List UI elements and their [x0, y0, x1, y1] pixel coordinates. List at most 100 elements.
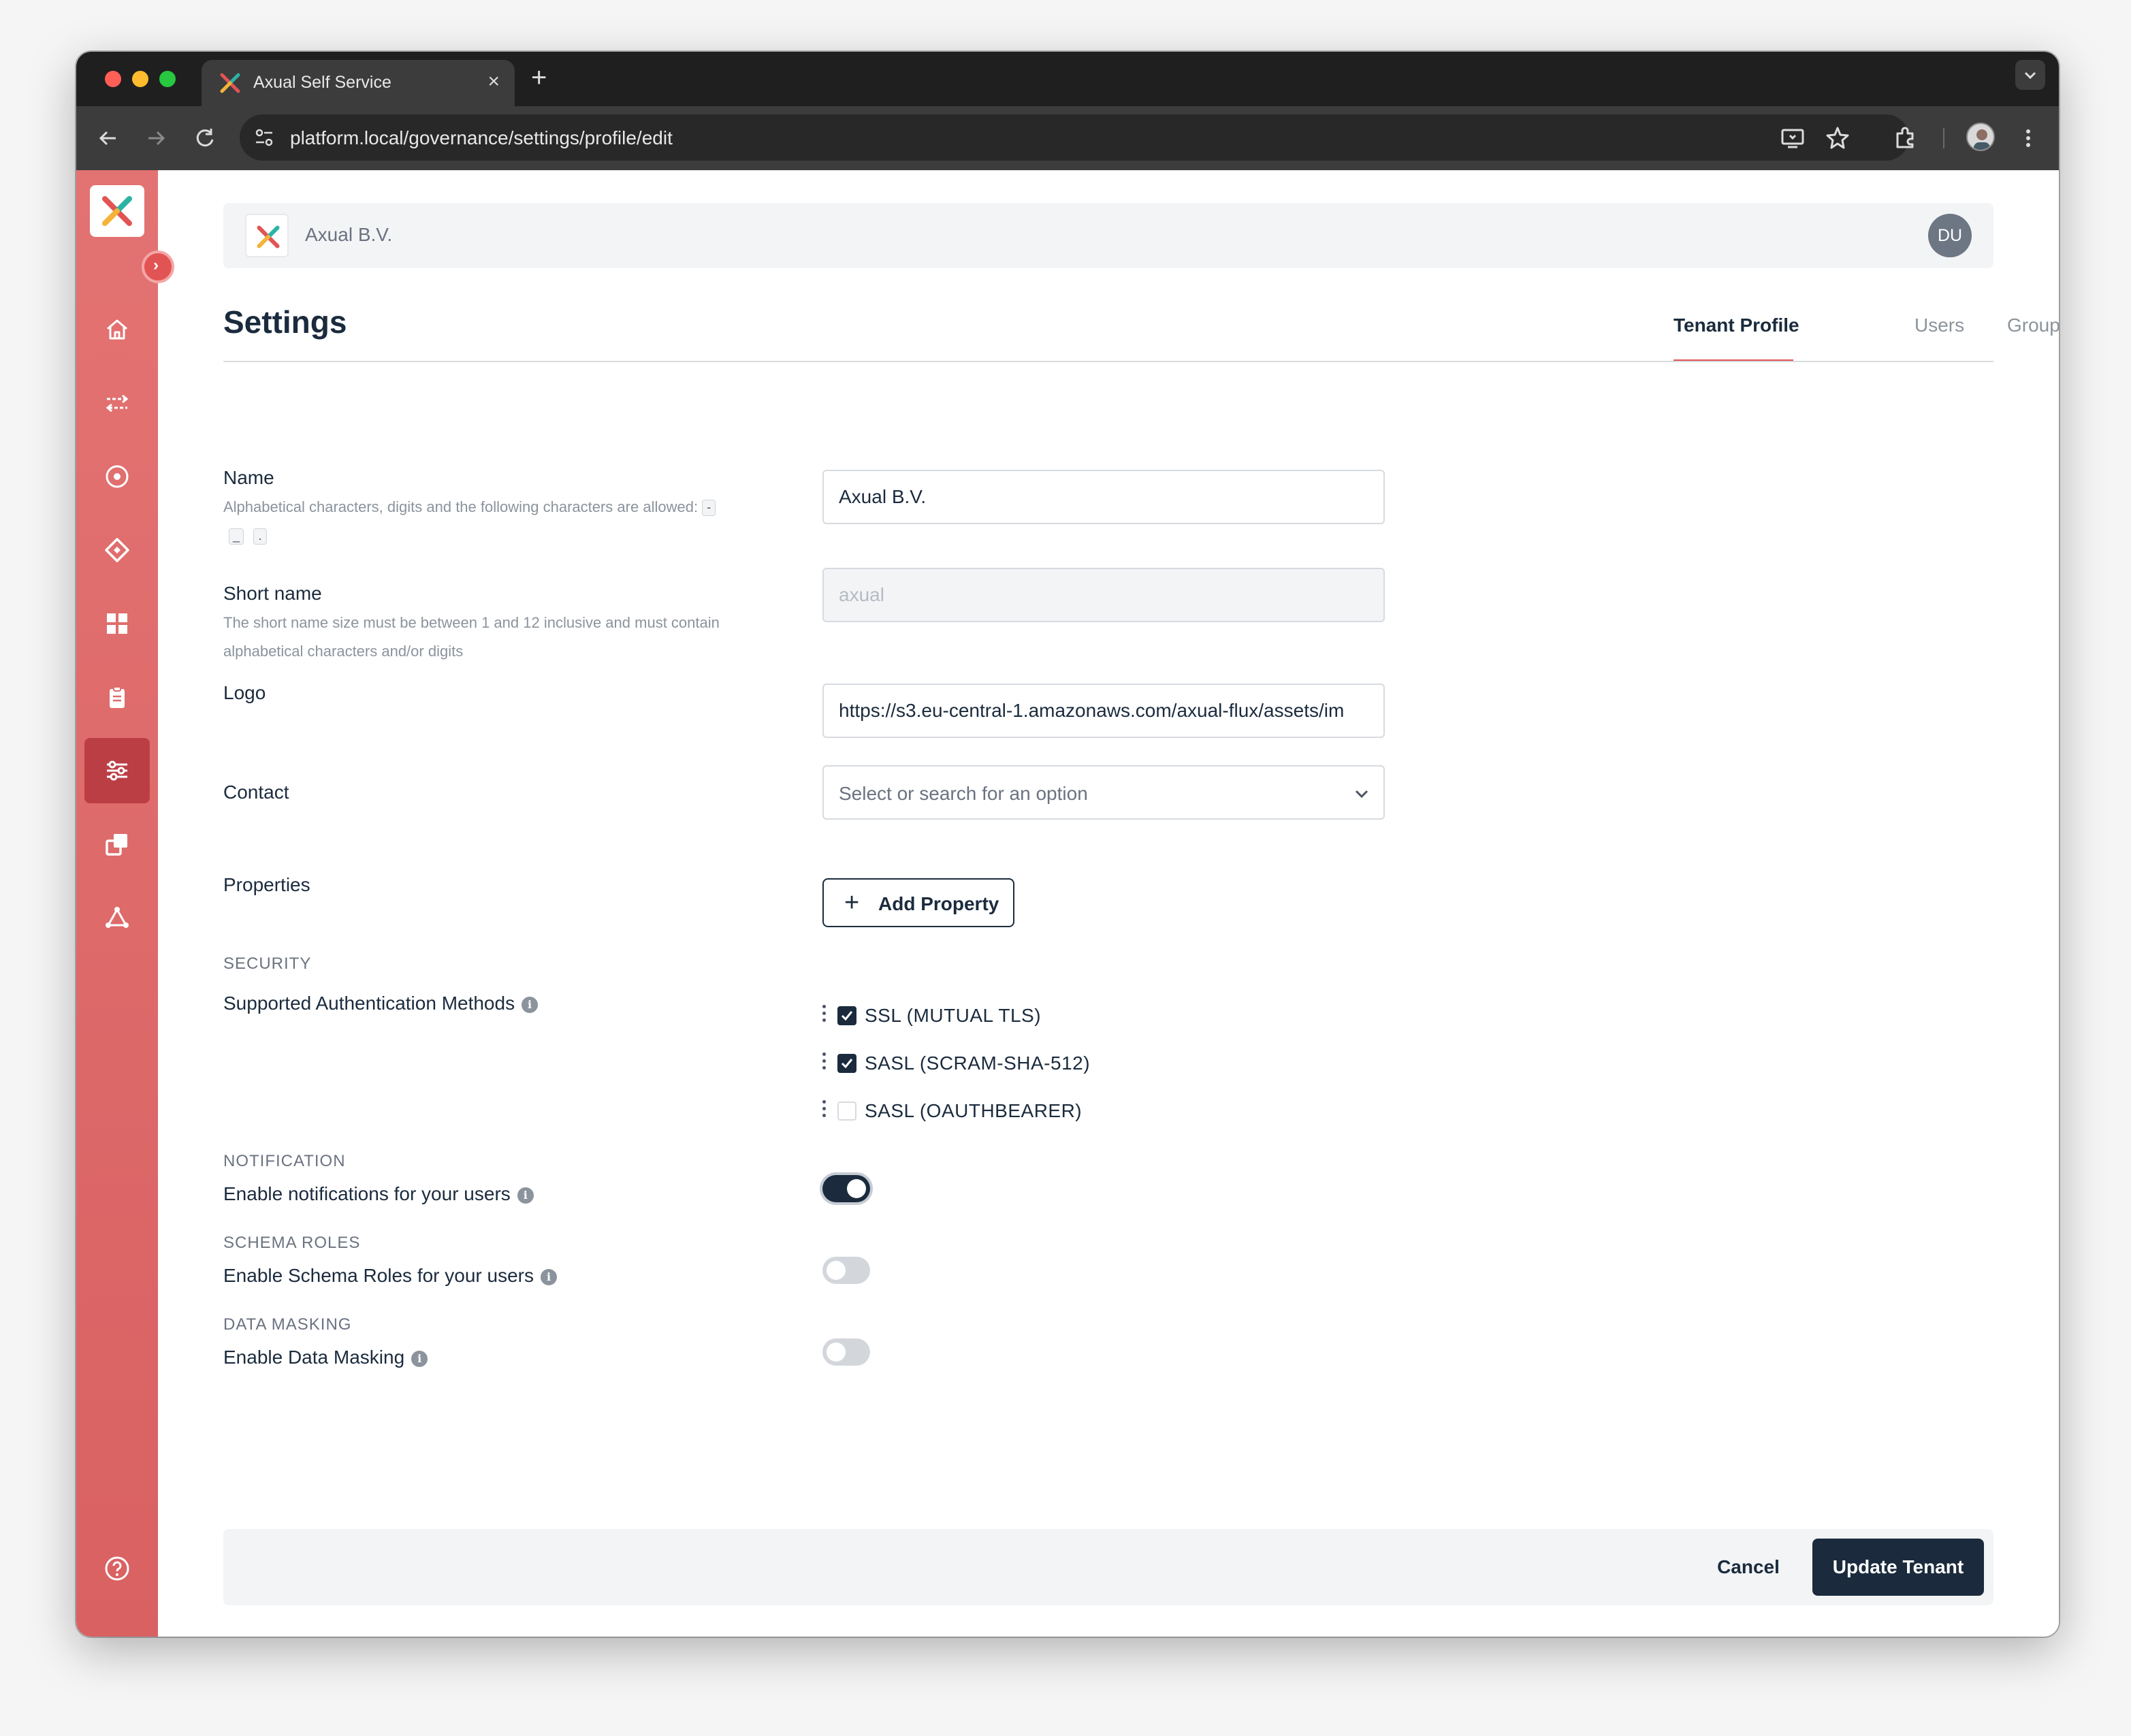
- org-name: Axual B.V.: [305, 224, 393, 245]
- chevron-right-icon: ›: [153, 256, 159, 274]
- target-icon: [106, 465, 129, 488]
- drag-handle-icon[interactable]: [822, 1005, 827, 1025]
- drag-handle-icon[interactable]: [822, 1052, 827, 1073]
- logo-url-input[interactable]: [822, 684, 1385, 738]
- page-title: Settings: [223, 304, 347, 340]
- allowed-char-dash: -: [702, 500, 716, 517]
- sidebar-item-clipboard[interactable]: [84, 664, 150, 730]
- streams-icon: [106, 394, 129, 413]
- reload-icon[interactable]: [192, 125, 218, 151]
- sidebar-item-settings[interactable]: [84, 738, 150, 803]
- axual-logo-icon: [257, 225, 280, 248]
- minimize-window-button[interactable]: [132, 71, 148, 87]
- help-circle-icon: [105, 1556, 129, 1581]
- checkbox-sasl-scram[interactable]: [837, 1054, 856, 1073]
- sidebar-item-streams[interactable]: [84, 370, 150, 436]
- close-window-button[interactable]: [105, 71, 121, 87]
- dashboard-icon: [107, 613, 127, 634]
- toolbar-separator: [1943, 128, 1944, 148]
- address-bar[interactable]: platform.local/governance/settings/profi…: [240, 114, 1909, 161]
- forward-arrow-icon[interactable]: [143, 125, 169, 151]
- org-logo: [245, 214, 289, 257]
- cancel-button[interactable]: Cancel: [1708, 1548, 1789, 1586]
- auth-methods-text: Supported Authentication Methods: [223, 993, 515, 1014]
- data-masking-label: Enable Data Masking i: [223, 1347, 428, 1368]
- url-text: platform.local/governance/settings/profi…: [290, 127, 673, 148]
- allowed-char-dot: .: [253, 528, 268, 545]
- info-icon[interactable]: i: [517, 1187, 534, 1204]
- install-app-icon[interactable]: [1778, 124, 1807, 152]
- plus-icon: +: [844, 888, 860, 917]
- header-divider: [223, 361, 1993, 362]
- info-icon[interactable]: i: [411, 1350, 428, 1367]
- schema-roles-label: Enable Schema Roles for your users i: [223, 1265, 557, 1287]
- main-content: Axual B.V. DU Settings Tenant Profile Us…: [223, 170, 2059, 1637]
- checkbox-sasl-oauthbearer[interactable]: [837, 1102, 856, 1121]
- site-info-icon[interactable]: [252, 125, 276, 150]
- info-icon[interactable]: i: [541, 1268, 557, 1285]
- sidebar-item-network[interactable]: [84, 885, 150, 950]
- form-footer: Cancel Update Tenant: [223, 1529, 1993, 1605]
- browser-tab[interactable]: Axual Self Service ×: [202, 60, 515, 106]
- notification-label: Enable notifications for your users i: [223, 1183, 534, 1205]
- notification-section-title: NOTIFICATION: [223, 1152, 346, 1170]
- add-property-button[interactable]: + Add Property: [822, 878, 1014, 927]
- sidebar-item-target[interactable]: [84, 444, 150, 509]
- contact-label: Contact: [223, 782, 289, 803]
- sidebar-item-dashboard[interactable]: [84, 591, 150, 656]
- toggle-knob: [827, 1343, 846, 1362]
- app: › Axual B.V. DU Settings Tenant Profile …: [76, 170, 2059, 1637]
- tab-title: Axual Self Service: [253, 73, 391, 92]
- new-tab-button[interactable]: +: [531, 63, 547, 93]
- sidebar-item-diamond[interactable]: [84, 517, 150, 583]
- axual-favicon-icon: [220, 73, 240, 93]
- properties-label: Properties: [223, 874, 310, 895]
- schema-roles-section-title: SCHEMA ROLES: [223, 1234, 361, 1252]
- clipboard-icon: [110, 686, 125, 708]
- tab-tenant-profile[interactable]: Tenant Profile: [1673, 315, 1799, 336]
- add-property-label: Add Property: [878, 893, 999, 914]
- top-bar: Axual B.V. DU: [223, 203, 1993, 268]
- sidebar-item-home[interactable]: [84, 297, 150, 362]
- drag-handle-icon[interactable]: [822, 1100, 827, 1121]
- auth-methods-label: Supported Authentication Methods i: [223, 993, 539, 1014]
- logo-label: Logo: [223, 682, 266, 703]
- name-label: Name: [223, 467, 274, 488]
- tab-groups[interactable]: Groups: [2007, 315, 2059, 336]
- user-avatar[interactable]: DU: [1928, 214, 1972, 257]
- copy-icon: [106, 834, 127, 856]
- sidebar-item-copy[interactable]: [84, 811, 150, 877]
- sidebar-collapse-button[interactable]: ›: [142, 251, 174, 283]
- name-input[interactable]: [822, 470, 1385, 524]
- extensions-icon[interactable]: [1891, 124, 1920, 152]
- notification-text: Enable notifications for your users: [223, 1183, 511, 1204]
- browser-profile-avatar[interactable]: [1966, 123, 1995, 151]
- chevron-down-icon: [2024, 71, 2036, 80]
- more-menu-icon[interactable]: [2014, 124, 2042, 152]
- sidebar: [76, 170, 158, 1637]
- settings-sliders-icon: [107, 760, 127, 781]
- tab-close-icon[interactable]: ×: [487, 69, 500, 94]
- schema-roles-toggle[interactable]: [822, 1257, 870, 1284]
- checkbox-ssl[interactable]: [837, 1006, 856, 1025]
- bookmark-star-icon[interactable]: [1823, 124, 1852, 152]
- data-masking-toggle[interactable]: [822, 1338, 870, 1366]
- tab-search-button[interactable]: [2015, 60, 2045, 90]
- maximize-window-button[interactable]: [159, 71, 176, 87]
- diamond-icon: [105, 538, 129, 562]
- contact-select[interactable]: Select or search for an option: [822, 765, 1385, 820]
- info-icon[interactable]: i: [522, 996, 539, 1013]
- short-name-help-text: The short name size must be between 1 an…: [223, 614, 720, 660]
- home-icon: [107, 319, 127, 340]
- back-arrow-icon[interactable]: [95, 125, 121, 151]
- tab-users[interactable]: Users: [1914, 315, 1964, 336]
- name-help-text: Alphabetical characters, digits and the …: [223, 493, 782, 550]
- browser-window: Axual Self Service × + platform.local/go…: [76, 52, 2059, 1637]
- notifications-toggle[interactable]: [822, 1175, 870, 1202]
- axual-logo[interactable]: [90, 185, 144, 237]
- update-tenant-button[interactable]: Update Tenant: [1812, 1539, 1984, 1596]
- data-masking-text: Enable Data Masking: [223, 1347, 405, 1368]
- short-name-label: Short name: [223, 583, 322, 604]
- chevron-down-icon: [1355, 790, 1368, 799]
- sidebar-item-help[interactable]: [84, 1536, 150, 1601]
